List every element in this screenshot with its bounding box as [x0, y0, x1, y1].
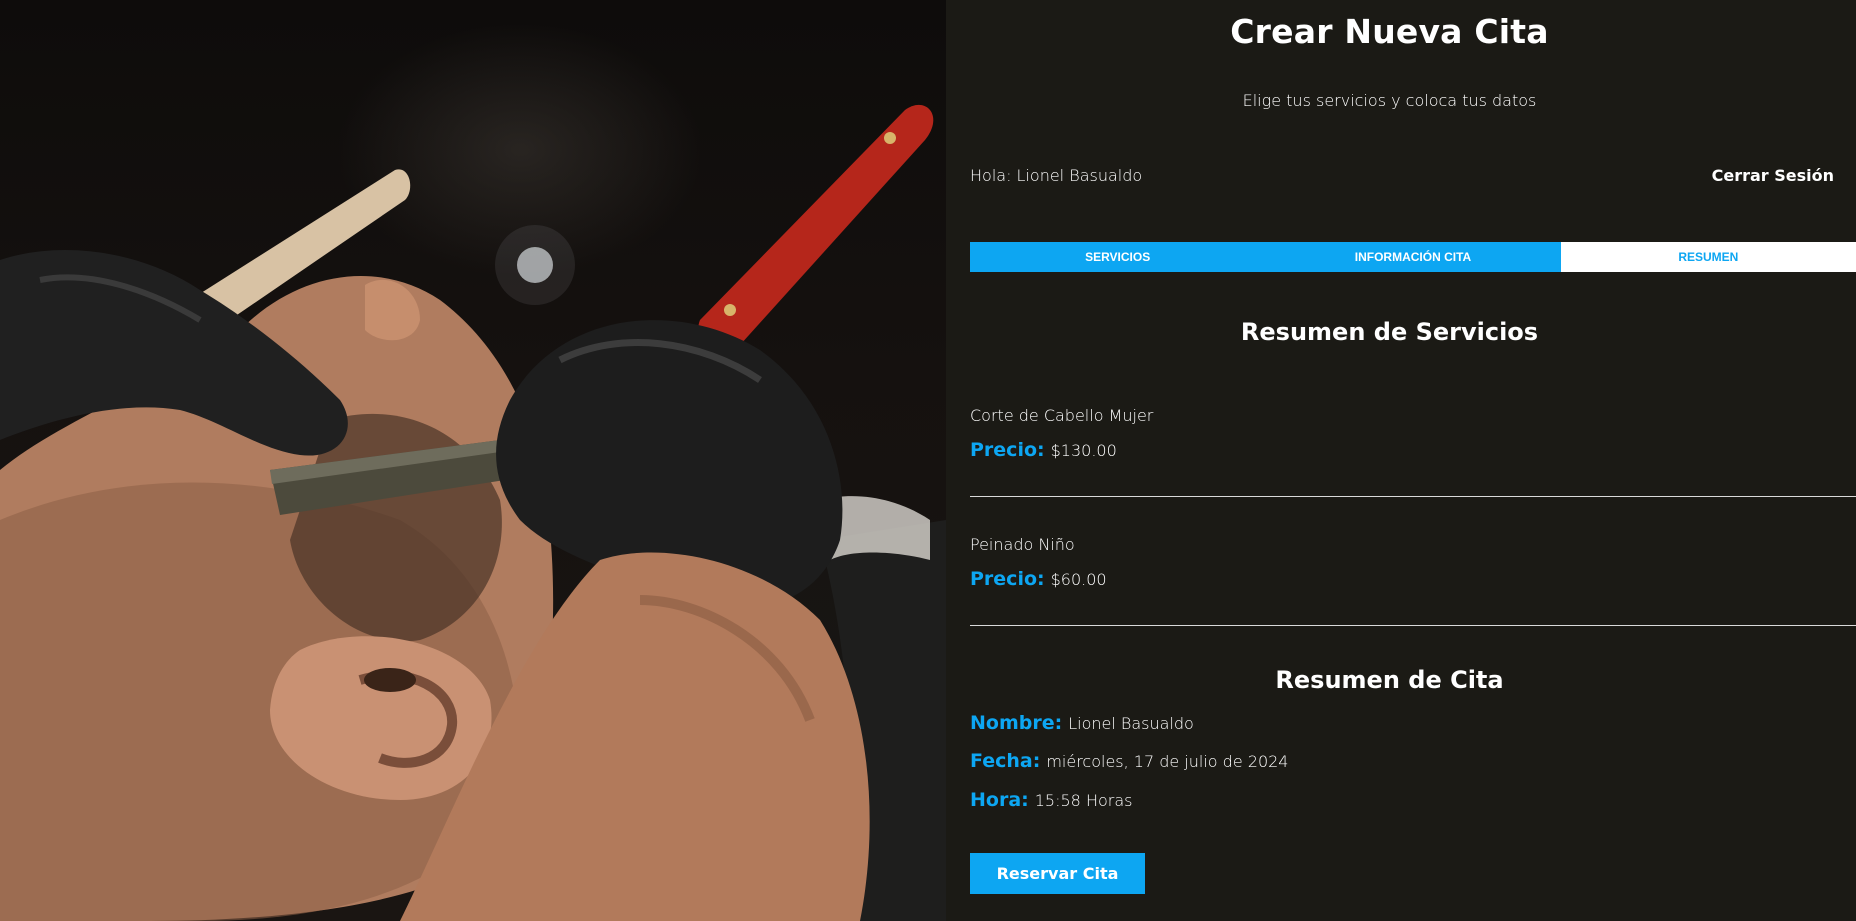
service-divider [970, 496, 1856, 497]
service-price: Precio: $130.00 [970, 439, 1856, 461]
reserve-appointment-button[interactable]: Reservar Cita [970, 853, 1145, 894]
barber-photo [0, 0, 946, 921]
date-value: miércoles, 17 de julio de 2024 [1046, 752, 1289, 771]
step-tabs: SERVICIOS INFORMACIÓN CITA RESUMEN [970, 242, 1856, 272]
service-item: Corte de Cabello Mujer Precio: $130.00 [970, 406, 1856, 461]
price-value: $60.00 [1050, 570, 1107, 589]
tab-servicios[interactable]: SERVICIOS [970, 242, 1266, 272]
summary-time-row: Hora: 15:58 Horas [970, 789, 1132, 811]
tab-informacion-cita[interactable]: INFORMACIÓN CITA [1265, 242, 1561, 272]
service-price: Precio: $60.00 [970, 568, 1856, 590]
date-label: Fecha: [970, 750, 1041, 772]
services-summary-title: Resumen de Servicios [1240, 318, 1539, 346]
barber-illustration [0, 104, 946, 921]
price-label: Precio: [970, 439, 1045, 461]
page-title: Crear Nueva Cita [1230, 12, 1549, 51]
price-label: Precio: [970, 568, 1045, 590]
summary-date-row: Fecha: miércoles, 17 de julio de 2024 [970, 750, 1288, 772]
service-item: Peinado Niño Precio: $60.00 [970, 535, 1856, 590]
name-label: Nombre: [970, 712, 1063, 734]
time-label: Hora: [970, 789, 1029, 811]
name-value: Lionel Basualdo [1068, 714, 1194, 733]
time-value: 15:58 Horas [1034, 791, 1133, 810]
user-greeting: Hola: Lionel Basualdo [970, 166, 1143, 185]
service-divider [970, 625, 1856, 626]
price-value: $130.00 [1050, 441, 1117, 460]
appointment-panel: Crear Nueva Cita Elige tus servicios y c… [946, 0, 1856, 921]
appointment-summary-title: Resumen de Cita [1275, 666, 1504, 694]
service-name: Corte de Cabello Mujer [970, 406, 1154, 425]
summary-name-row: Nombre: Lionel Basualdo [970, 712, 1194, 734]
tab-resumen[interactable]: RESUMEN [1560, 242, 1856, 272]
service-name: Peinado Niño [970, 535, 1075, 554]
page-subtitle: Elige tus servicios y coloca tus datos [1242, 91, 1537, 110]
logout-link[interactable]: Cerrar Sesión [1712, 166, 1834, 185]
